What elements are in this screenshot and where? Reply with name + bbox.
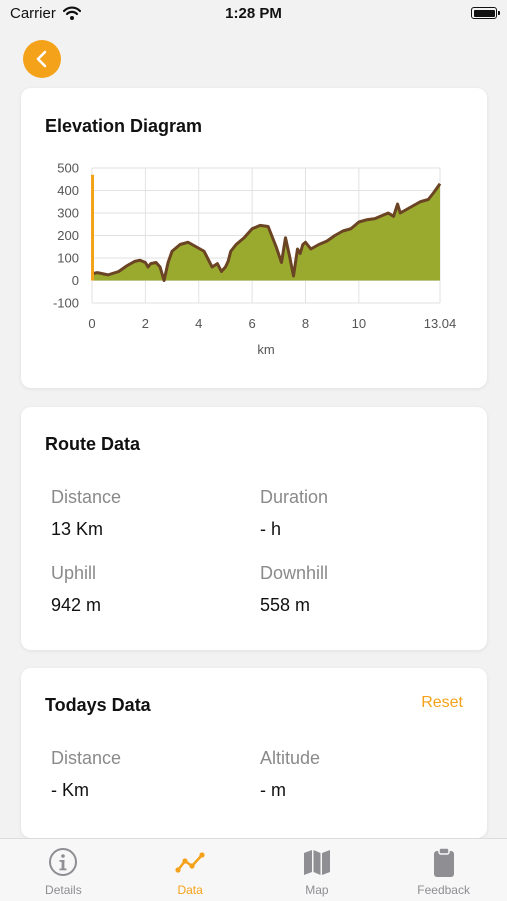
route-uphill-label: Uphill [51, 563, 97, 583]
tab-map-label: Map [305, 883, 329, 897]
route-data-title: Route Data [45, 434, 141, 454]
line-graph-icon [175, 852, 205, 873]
clipboard-icon [433, 847, 454, 877]
y-tick-label: 200 [57, 228, 79, 243]
chevron-left-icon [36, 50, 47, 68]
status-time: 1:28 PM [225, 5, 282, 22]
route-distance-value: 13 Km [51, 519, 104, 539]
tab-feedback[interactable]: Feedback [380, 839, 507, 901]
x-tick-label: 8 [302, 316, 309, 331]
y-tick-label: 300 [57, 206, 79, 221]
elevation-chart: 500 400 300 200 100 0 -100 0 2 4 6 8 10 13.04 km [53, 161, 456, 358]
route-uphill-value: 942 m [51, 595, 102, 615]
tab-data[interactable]: Data [127, 839, 254, 901]
route-distance-label: Distance [51, 487, 122, 507]
tab-data-label: Data [177, 883, 203, 897]
elevation-title: Elevation Diagram [45, 116, 203, 136]
tab-bar: Details Data Map Feedback [0, 838, 507, 901]
today-distance-label: Distance [51, 748, 122, 768]
today-distance-value: - Km [51, 780, 89, 800]
tab-feedback-label: Feedback [417, 883, 470, 897]
map-icon [303, 850, 330, 875]
elevation-area [92, 183, 440, 281]
back-button[interactable] [23, 40, 61, 78]
x-tick-label: 4 [195, 316, 202, 331]
x-axis: 0 2 4 6 8 10 13.04 [88, 316, 456, 331]
battery-icon [471, 7, 500, 19]
y-tick-label: 100 [57, 251, 79, 266]
route-data-card: Route Data Distance 13 Km Duration - h U… [21, 407, 487, 650]
route-duration-value: - h [260, 519, 282, 539]
x-tick-label: 13.04 [424, 316, 457, 331]
y-tick-label: 400 [57, 183, 79, 198]
x-tick-label: 6 [249, 316, 256, 331]
route-downhill-value: 558 m [260, 595, 311, 615]
start-marker [91, 174, 94, 281]
x-tick-label: 0 [88, 316, 95, 331]
route-downhill-label: Downhill [260, 563, 329, 583]
route-duration-label: Duration [260, 487, 329, 507]
y-tick-label: 500 [57, 161, 79, 176]
tab-map[interactable]: Map [254, 839, 381, 901]
todays-data-card: Todays Data Reset Distance - Km Altitude… [21, 668, 487, 838]
tab-details[interactable]: Details [0, 839, 127, 901]
tab-details-label: Details [45, 883, 82, 897]
y-tick-label: 0 [72, 273, 79, 288]
x-tick-label: 10 [352, 316, 366, 331]
today-altitude-label: Altitude [260, 748, 321, 768]
reset-button[interactable]: Reset [421, 694, 463, 712]
x-tick-label: 2 [142, 316, 149, 331]
todays-data-title: Todays Data [45, 695, 151, 715]
elevation-card: Elevation Diagram 500 400 300 200 100 0 -100 0… [21, 88, 487, 388]
info-circle-icon [49, 848, 78, 876]
y-axis: 500 400 300 200 100 0 -100 [53, 161, 79, 311]
x-axis-label: km [257, 342, 274, 357]
status-bar: Carrier 1:28 PM [0, 0, 507, 30]
today-altitude-value: - m [260, 780, 286, 800]
y-tick-label: -100 [53, 296, 79, 311]
